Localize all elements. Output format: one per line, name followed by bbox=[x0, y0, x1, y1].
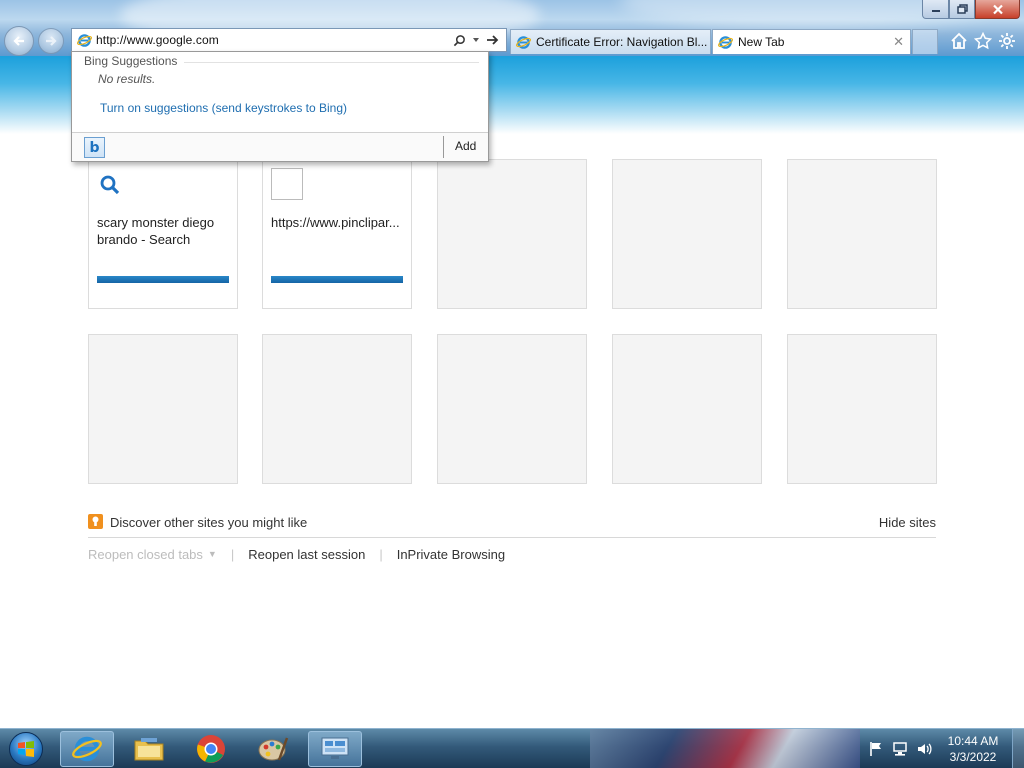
empty-tile[interactable] bbox=[612, 159, 762, 309]
internet-explorer-icon bbox=[72, 736, 102, 762]
bing-icon[interactable]: b bbox=[84, 137, 105, 158]
hide-sites-link[interactable]: Hide sites bbox=[879, 515, 936, 530]
search-icon bbox=[100, 175, 120, 195]
arrow-right-icon bbox=[46, 36, 57, 46]
clock-date: 3/3/2022 bbox=[949, 750, 997, 764]
action-center-flag-icon[interactable] bbox=[868, 741, 884, 757]
go-arrow-icon[interactable] bbox=[486, 34, 500, 46]
forward-button[interactable] bbox=[38, 28, 64, 54]
clock-time: 10:44 AM bbox=[947, 734, 999, 748]
wallpaper-peek bbox=[590, 729, 860, 768]
divider bbox=[443, 136, 444, 158]
chrome-icon bbox=[197, 735, 225, 763]
tile-title: scary monster diego brando - Search bbox=[97, 215, 215, 247]
discover-row: Discover other sites you might like Hide… bbox=[88, 514, 936, 538]
reopen-last-session-link[interactable]: Reopen last session bbox=[248, 547, 365, 562]
close-icon bbox=[992, 4, 1003, 14]
empty-tile[interactable] bbox=[437, 159, 587, 309]
empty-tile[interactable] bbox=[787, 159, 937, 309]
dropdown-arrow-icon[interactable] bbox=[472, 36, 480, 44]
reopen-closed-tabs-link[interactable]: Reopen closed tabs bbox=[88, 547, 203, 562]
taskbar-paint[interactable] bbox=[246, 731, 300, 767]
turn-on-suggestions-link[interactable]: Turn on suggestions (send keystrokes to … bbox=[100, 101, 347, 115]
restore-button[interactable] bbox=[949, 0, 975, 19]
close-button[interactable] bbox=[975, 0, 1020, 19]
ie-favicon-icon bbox=[77, 33, 92, 47]
show-desktop-button[interactable] bbox=[1012, 729, 1024, 768]
address-bar[interactable]: http://www.google.com bbox=[71, 28, 507, 52]
ie-favicon-icon bbox=[718, 35, 733, 49]
empty-tile[interactable] bbox=[88, 334, 238, 484]
taskbar-windows-explorer[interactable] bbox=[122, 731, 176, 767]
browser-chrome: http://www.google.com Certificate Error:… bbox=[0, 0, 1024, 56]
new-tab-button[interactable] bbox=[912, 29, 938, 54]
suggestions-header: Bing Suggestions bbox=[84, 54, 178, 68]
site-tile[interactable]: scary monster diego brando - Search bbox=[88, 159, 238, 309]
search-icon[interactable] bbox=[453, 34, 466, 47]
system-tray: 10:44 AM 3/3/2022 bbox=[862, 729, 1024, 768]
restore-icon bbox=[956, 4, 968, 14]
ie-favicon-icon bbox=[516, 35, 531, 49]
discover-icon bbox=[88, 514, 103, 529]
paint-palette-icon bbox=[258, 737, 289, 761]
arrow-left-icon bbox=[13, 36, 24, 46]
minimize-button[interactable] bbox=[922, 0, 949, 19]
site-favicon bbox=[271, 168, 303, 200]
tile-activity-bar bbox=[97, 276, 229, 283]
taskbar-internet-explorer[interactable] bbox=[60, 731, 114, 767]
empty-tile[interactable] bbox=[787, 334, 937, 484]
back-button[interactable] bbox=[4, 26, 34, 56]
gear-icon[interactable] bbox=[997, 31, 1017, 51]
add-provider-button[interactable]: Add bbox=[455, 139, 476, 153]
inprivate-browsing-link[interactable]: InPrivate Browsing bbox=[397, 547, 505, 562]
windows-logo-icon bbox=[9, 732, 43, 766]
clock[interactable]: 10:44 AM 3/3/2022 bbox=[944, 733, 1002, 765]
taskbar: 10:44 AM 3/3/2022 bbox=[0, 728, 1024, 768]
suggestions-footer: b Add bbox=[72, 132, 488, 161]
separator: | bbox=[379, 546, 383, 562]
chevron-down-icon[interactable]: ▼ bbox=[208, 549, 217, 559]
taskbar-chrome[interactable] bbox=[184, 731, 238, 767]
empty-tile[interactable] bbox=[262, 334, 412, 484]
session-links: Reopen closed tabs ▼ | Reopen last sessi… bbox=[88, 545, 505, 563]
tile-title: https://www.pinclipar... bbox=[271, 215, 400, 230]
address-input[interactable]: http://www.google.com bbox=[96, 33, 453, 47]
minimize-icon bbox=[931, 10, 940, 12]
divider bbox=[184, 62, 479, 63]
separator: | bbox=[230, 546, 235, 562]
favorites-star-icon[interactable] bbox=[973, 31, 993, 51]
suggestions-dropdown: Bing Suggestions No results. Turn on sug… bbox=[71, 51, 489, 162]
taskbar-remote-desktop[interactable] bbox=[308, 731, 362, 767]
empty-tile[interactable] bbox=[437, 334, 587, 484]
folder-icon bbox=[134, 738, 164, 761]
start-button[interactable] bbox=[4, 731, 48, 767]
volume-icon[interactable] bbox=[916, 741, 932, 757]
discover-sites-link[interactable]: Discover other sites you might like bbox=[110, 515, 307, 530]
network-icon[interactable] bbox=[892, 741, 908, 757]
empty-tile[interactable] bbox=[612, 334, 762, 484]
tab-label: New Tab bbox=[738, 35, 785, 49]
tab-label: Certificate Error: Navigation Bl... bbox=[536, 35, 708, 49]
tab-certificate-error[interactable]: Certificate Error: Navigation Bl... bbox=[510, 29, 711, 54]
home-icon[interactable] bbox=[949, 31, 969, 51]
site-tile[interactable]: https://www.pinclipar... bbox=[262, 159, 412, 309]
close-tab-icon[interactable]: ✕ bbox=[893, 34, 904, 50]
no-results-text: No results. bbox=[98, 72, 156, 86]
remote-desktop-icon bbox=[321, 737, 349, 759]
tab-new-tab[interactable]: New Tab ✕ bbox=[712, 29, 911, 54]
tile-activity-bar bbox=[271, 276, 403, 283]
